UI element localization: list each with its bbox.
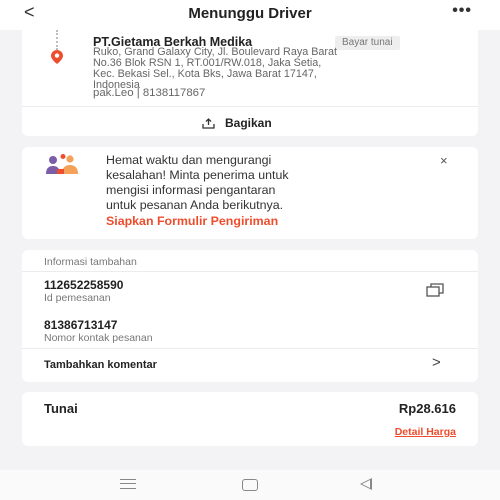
payment-method: Tunai bbox=[44, 401, 78, 416]
order-id-label: Id pemesanan bbox=[44, 292, 111, 304]
contact-number-label: Nomor kontak pesanan bbox=[44, 332, 153, 344]
copy-icon[interactable] bbox=[426, 283, 444, 297]
order-id-value: 112652258590 bbox=[44, 278, 124, 292]
divider bbox=[22, 271, 478, 272]
additional-info-card: Informasi tambahan 112652258590 Id pemes… bbox=[22, 250, 478, 382]
address-line: Kec. Bekasi Sel., Kota Bks, Jawa Barat 1… bbox=[93, 68, 317, 80]
add-comment-button[interactable]: Tambahkan komentar bbox=[44, 359, 157, 371]
contact-number-value: 81386713147 bbox=[44, 318, 118, 332]
tip-message: Hemat waktu dan mengurangi kesalahan! Mi… bbox=[106, 153, 406, 213]
tip-card: Hemat waktu dan mengurangi kesalahan! Mi… bbox=[22, 147, 478, 239]
system-nav-bar bbox=[0, 470, 500, 500]
tip-line: kesalahan! Minta penerima untuk bbox=[106, 168, 289, 182]
people-illustration-icon bbox=[46, 154, 78, 174]
price-detail-link[interactable]: Detail Harga bbox=[395, 426, 456, 438]
nav-back-icon[interactable] bbox=[360, 478, 372, 490]
payment-card: Tunai Rp28.616 Detail Harga bbox=[22, 392, 478, 446]
tip-line: Hemat waktu dan mengurangi bbox=[106, 153, 272, 167]
route-line bbox=[56, 30, 58, 50]
location-pin-icon bbox=[51, 50, 63, 64]
top-bar: < Menunggu Driver ••• bbox=[0, 0, 500, 30]
prepare-form-link[interactable]: Siapkan Formulir Pengiriman bbox=[106, 214, 278, 228]
divider bbox=[22, 348, 478, 349]
share-icon bbox=[202, 117, 215, 129]
recipient-contact: pak.Leo | 8138117867 bbox=[93, 87, 206, 99]
more-options-icon[interactable]: ••• bbox=[452, 2, 472, 20]
divider bbox=[22, 106, 478, 107]
share-label: Bagikan bbox=[225, 116, 272, 130]
share-button[interactable]: Bagikan bbox=[202, 116, 272, 130]
payment-amount: Rp28.616 bbox=[398, 401, 456, 416]
address-text: Ruko, Grand Galaxy City, Jl. Boulevard R… bbox=[93, 47, 465, 91]
recent-apps-icon[interactable] bbox=[120, 479, 136, 489]
close-icon[interactable]: × bbox=[440, 153, 448, 168]
tip-line: mengisi informasi pengantaran bbox=[106, 183, 276, 197]
tip-line: untuk pesanan Anda berikutnya. bbox=[106, 198, 284, 212]
chevron-right-icon[interactable]: > bbox=[432, 354, 441, 371]
address-card: PT.Gietama Berkah Medika Bayar tunai Ruk… bbox=[22, 30, 478, 136]
page-title: Menunggu Driver bbox=[188, 5, 312, 22]
home-icon[interactable] bbox=[242, 479, 258, 491]
section-header: Informasi tambahan bbox=[44, 256, 137, 268]
